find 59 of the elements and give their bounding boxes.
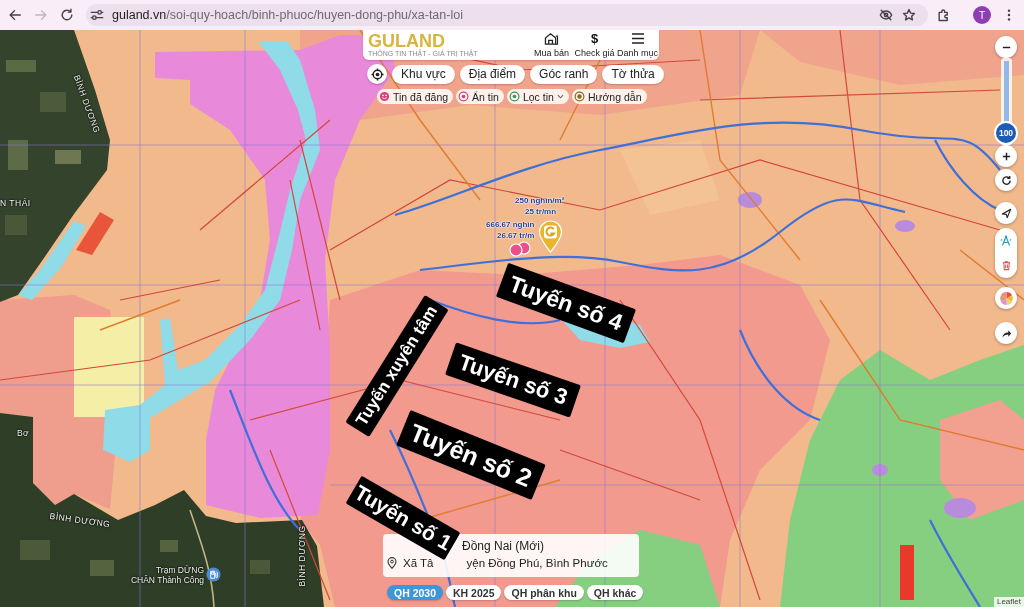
nav-item[interactable]: $ Check giá (573, 32, 616, 58)
place-label: Bơ (16, 428, 30, 438)
filter-chip[interactable]: Ẩn tin (456, 89, 504, 104)
site-info-button[interactable] (90, 8, 104, 22)
place-label: BÌNH DƯƠNG (297, 525, 307, 587)
nav-item[interactable]: Danh mục (616, 32, 659, 58)
land-parcel (76, 212, 114, 255)
price-label: 666.67 nghìn (486, 220, 535, 229)
target-icon (573, 91, 585, 102)
plus-icon (1000, 150, 1012, 162)
place-label: Trạm DỪNG CHÂN Thành Công (129, 565, 204, 585)
filter-chip[interactable]: Lọc tin (506, 89, 569, 104)
navigation-arrow-icon (1000, 207, 1012, 219)
kebab-menu-icon (1007, 8, 1011, 22)
land-parcel (944, 498, 976, 518)
dollar-icon: $ (590, 32, 599, 45)
land-parcel (900, 545, 914, 600)
menu-icon (630, 32, 645, 45)
drawing-compass-icon (1000, 235, 1012, 247)
plan-layer-tab[interactable]: QH phân khu (504, 585, 584, 600)
url-text[interactable]: guland.vn/soi-quy-hoach/binh-phuoc/huyen-dong-phu/xa-tan-loi (112, 8, 879, 22)
place-label: BÌNH DƯƠNG (49, 510, 111, 530)
eye-slash-icon (879, 8, 893, 22)
share-arrow-icon (1000, 327, 1012, 339)
target-icon (458, 91, 470, 102)
price-label: 26.67 tr/m (497, 231, 535, 240)
land-parcel (872, 464, 888, 476)
plan-layer-tab[interactable]: KH 2025 (446, 585, 502, 600)
address-bar[interactable]: guland.vn/soi-quy-hoach/binh-phuoc/huyen-dong-phu/xa-tan-loi (86, 4, 928, 26)
address-text: yện Đồng Phú, Bình Phước (466, 556, 608, 570)
fuel-pump-icon (206, 567, 221, 582)
arrow-left-icon (8, 8, 22, 22)
price-label: 25 tr/mn (525, 207, 557, 216)
attribution-link[interactable]: Leaflet (993, 597, 1024, 607)
price-label: 250 nghìn/m² (515, 196, 565, 205)
map-pin-outline-icon (387, 557, 397, 569)
map-pin-icon (538, 220, 563, 253)
house-icon (544, 32, 559, 45)
location-text: Đồng Nai (Mới) (462, 539, 544, 553)
puzzle-icon (937, 8, 951, 22)
refresh-icon (1000, 174, 1012, 186)
place-label: N THÁI (0, 198, 31, 208)
trash-icon (1000, 259, 1012, 271)
filter-chip[interactable]: Tin đã đăng (377, 89, 454, 104)
smiley-icon (379, 91, 390, 102)
color-wheel-icon (998, 290, 1014, 306)
crosshair-icon (370, 67, 384, 81)
location-dot-icon (509, 243, 523, 257)
land-parcel (738, 192, 762, 208)
land-parcel (895, 220, 915, 232)
star-icon (902, 8, 916, 22)
arrow-right-icon (34, 8, 48, 22)
target-icon (508, 91, 520, 102)
tune-icon (90, 8, 104, 22)
filter-chip[interactable]: Hướng dẫn (571, 89, 647, 104)
reload-icon (60, 8, 74, 22)
nav-item[interactable]: Mua bán (530, 32, 573, 58)
profile-avatar[interactable]: T (973, 6, 991, 24)
plan-layer-tab[interactable]: QH khác (586, 585, 644, 600)
